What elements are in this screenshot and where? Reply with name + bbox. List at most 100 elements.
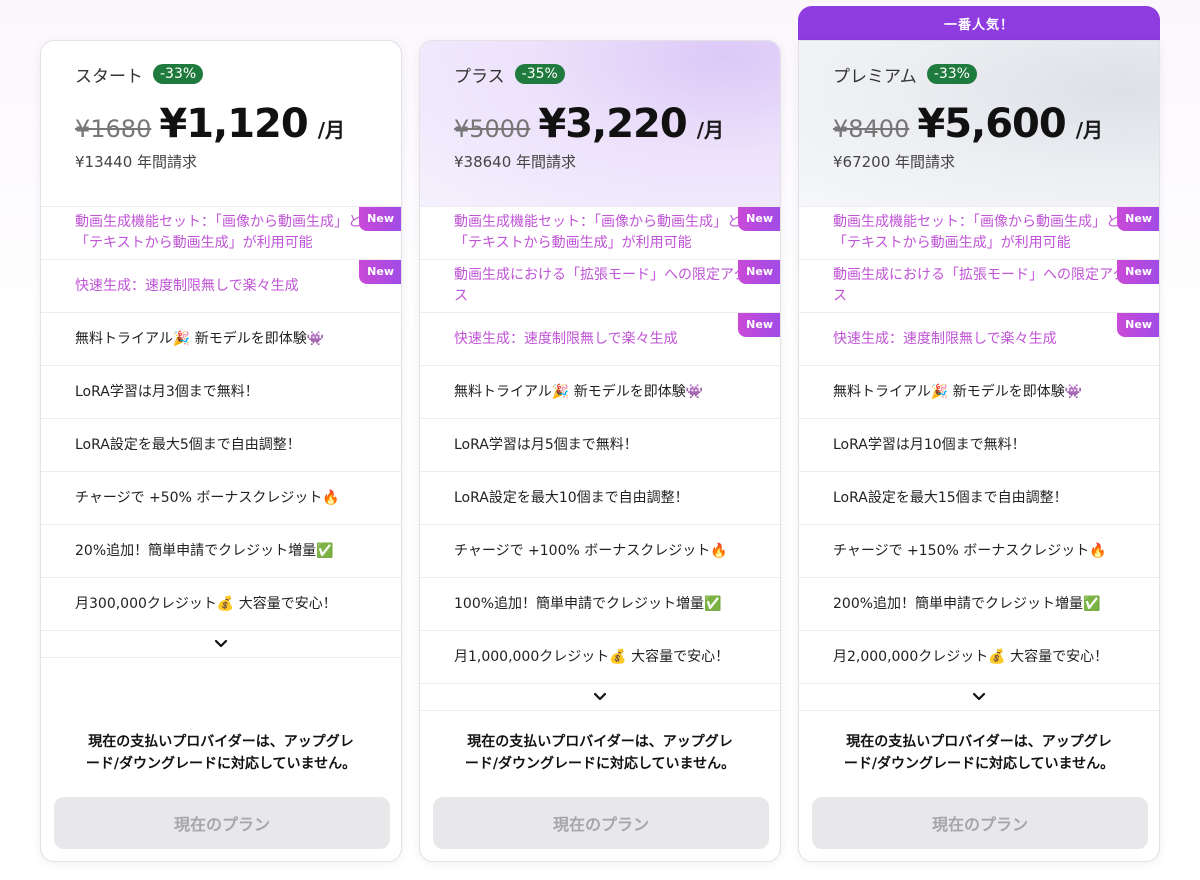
feature-item: LoRA設定を最大15個まで自由調整！ bbox=[799, 472, 1159, 525]
feature-item: チャージで +100% ボーナスクレジット🔥 bbox=[420, 525, 780, 578]
feature-line: チャージで +150% ボーナスクレジット🔥 bbox=[833, 542, 1107, 559]
annual-billing: ¥67200 年間請求 bbox=[833, 153, 956, 171]
feature-text: 月300,000クレジット💰 大容量で安心！ bbox=[75, 594, 337, 615]
feature-item: 無料トライアル🎉 新モデルを即体験👾 bbox=[420, 366, 780, 419]
notice-line: 現在の支払いプロバイダーは、アップグレ bbox=[846, 734, 1112, 750]
feature-line: LoRA設定を最大15個まで自由調整！ bbox=[833, 489, 1068, 506]
feature-text: 動画生成機能セット：「画像から動画生成」と 「テキストから動画生成」が利用可能 bbox=[454, 212, 741, 254]
new-badge: New bbox=[359, 260, 401, 284]
feature-item: LoRA設定を最大10個まで自由調整！ bbox=[420, 472, 780, 525]
feature-line: 無料トライアル🎉 新モデルを即体験👾 bbox=[454, 383, 704, 400]
chevron-down-icon bbox=[972, 692, 986, 701]
new-badge: New bbox=[738, 260, 780, 284]
expand-features-toggle[interactable] bbox=[420, 684, 780, 711]
feature-text: 動画生成機能セット：「画像から動画生成」と 「テキストから動画生成」が利用可能 bbox=[75, 212, 362, 254]
notice-line: ード/ダウングレードに対応していません。 bbox=[85, 756, 357, 772]
feature-text: LoRA学習は月5個まで無料！ bbox=[454, 435, 638, 456]
plan-name: プラス bbox=[454, 66, 505, 87]
plan-header: スタート -33% ¥1680 ¥1,120 /月 ¥13440 年間請求 bbox=[41, 41, 401, 207]
feature-item: 200%追加！簡単申請でクレジット増量✅ bbox=[799, 578, 1159, 631]
feature-item: 動画生成機能セット：「画像から動画生成」と 「テキストから動画生成」が利用可能 Ne… bbox=[41, 207, 401, 260]
feature-line: 動画生成機能セット：「画像から動画生成」と bbox=[833, 214, 1120, 230]
provider-notice: 現在の支払いプロバイダーは、アップグレ ード/ダウングレードに対応していません。 bbox=[420, 731, 780, 775]
feature-text: 月2,000,000クレジット💰 大容量で安心！ bbox=[833, 647, 1108, 668]
feature-item: 快速生成：速度制限無しで楽々生成 New bbox=[799, 313, 1159, 366]
notice-line: ード/ダウングレードに対応していません。 bbox=[464, 756, 736, 772]
current-price: ¥1,120 bbox=[159, 101, 308, 147]
feature-text: 動画生成における「拡張モード」への限定アクセス bbox=[454, 265, 761, 307]
feature-item: チャージで +150% ボーナスクレジット🔥 bbox=[799, 525, 1159, 578]
feature-line: 「テキストから動画生成」が利用可能 bbox=[454, 235, 692, 251]
feature-text: 200%追加！簡単申請でクレジット増量✅ bbox=[833, 594, 1100, 615]
current-price: ¥5,600 bbox=[917, 101, 1066, 147]
feature-line: 動画生成における「拡張モード」への限定アクセ bbox=[833, 267, 1141, 283]
feature-text: チャージで +150% ボーナスクレジット🔥 bbox=[833, 541, 1107, 562]
plan-header: プレミアム -33% ¥8400 ¥5,600 /月 ¥67200 年間請求 bbox=[799, 41, 1159, 207]
feature-item: 無料トライアル🎉 新モデルを即体験👾 bbox=[799, 366, 1159, 419]
expand-features-toggle[interactable] bbox=[41, 631, 401, 658]
notice-line: 現在の支払いプロバイダーは、アップグレ bbox=[467, 734, 733, 750]
feature-line: チャージで +50% ボーナスクレジット🔥 bbox=[75, 489, 340, 506]
plan-card-plus: プラス -35% ¥5000 ¥3,220 /月 ¥38640 年間請求 動画生… bbox=[419, 40, 781, 862]
feature-line: 動画生成機能セット：「画像から動画生成」と bbox=[75, 214, 362, 230]
plan-card-premium: プレミアム -33% ¥8400 ¥5,600 /月 ¥67200 年間請求 動… bbox=[798, 40, 1160, 862]
feature-item: LoRA学習は月3個まで無料！ bbox=[41, 366, 401, 419]
feature-text: LoRA学習は月3個まで無料！ bbox=[75, 382, 259, 403]
feature-text: 無料トライアル🎉 新モデルを即体験👾 bbox=[75, 329, 324, 350]
feature-text: LoRA設定を最大10個まで自由調整！ bbox=[454, 488, 689, 509]
feature-line: LoRA設定を最大10個まで自由調整！ bbox=[454, 489, 689, 506]
feature-line: 20%追加！簡単申請でクレジット増量✅ bbox=[75, 542, 334, 559]
feature-line: 「テキストから動画生成」が利用可能 bbox=[833, 235, 1071, 251]
feature-item: 100%追加！簡単申請でクレジット増量✅ bbox=[420, 578, 780, 631]
feature-item: LoRA設定を最大5個まで自由調整！ bbox=[41, 419, 401, 472]
feature-text: LoRA学習は月10個まで無料！ bbox=[833, 435, 1026, 456]
feature-line: 月300,000クレジット💰 大容量で安心！ bbox=[75, 595, 337, 612]
feature-line: LoRA学習は月3個まで無料！ bbox=[75, 383, 259, 400]
plan-name: スタート bbox=[75, 66, 143, 87]
current-plan-button[interactable]: 現在のプラン bbox=[812, 797, 1148, 849]
plan-header: プラス -35% ¥5000 ¥3,220 /月 ¥38640 年間請求 bbox=[420, 41, 780, 207]
original-price: ¥8400 bbox=[833, 115, 910, 143]
feature-text: 100%追加！簡単申請でクレジット増量✅ bbox=[454, 594, 721, 615]
price-period: /月 bbox=[1075, 118, 1104, 142]
new-badge: New bbox=[1117, 207, 1159, 231]
expand-features-toggle[interactable] bbox=[799, 684, 1159, 711]
feature-item: 無料トライアル🎉 新モデルを即体験👾 bbox=[41, 313, 401, 366]
feature-item: 20%追加！簡単申請でクレジット増量✅ bbox=[41, 525, 401, 578]
popular-banner: 一番人気！ bbox=[798, 6, 1160, 40]
feature-text: LoRA設定を最大15個まで自由調整！ bbox=[833, 488, 1068, 509]
price-period: /月 bbox=[317, 118, 346, 142]
feature-text: チャージで +50% ボーナスクレジット🔥 bbox=[75, 488, 340, 509]
feature-item: 動画生成機能セット：「画像から動画生成」と 「テキストから動画生成」が利用可能 Ne… bbox=[420, 207, 780, 260]
new-badge: New bbox=[738, 207, 780, 231]
feature-line: ス bbox=[454, 288, 468, 304]
new-badge: New bbox=[738, 313, 780, 337]
feature-line: 動画生成機能セット：「画像から動画生成」と bbox=[454, 214, 741, 230]
feature-line: 無料トライアル🎉 新モデルを即体験👾 bbox=[833, 383, 1083, 400]
feature-item: 月2,000,000クレジット💰 大容量で安心！ bbox=[799, 631, 1159, 684]
feature-line: 快速生成：速度制限無しで楽々生成 bbox=[75, 277, 299, 294]
feature-item: 動画生成における「拡張モード」への限定アクセス New bbox=[420, 260, 780, 313]
feature-item: 動画生成機能セット：「画像から動画生成」と 「テキストから動画生成」が利用可能 Ne… bbox=[799, 207, 1159, 260]
feature-text: 無料トライアル🎉 新モデルを即体験👾 bbox=[833, 382, 1082, 403]
feature-line: 無料トライアル🎉 新モデルを即体験👾 bbox=[75, 330, 325, 347]
discount-badge: -35% bbox=[514, 64, 565, 84]
current-plan-button[interactable]: 現在のプラン bbox=[54, 797, 390, 849]
discount-badge: -33% bbox=[153, 64, 204, 84]
feature-line: LoRA設定を最大5個まで自由調整！ bbox=[75, 436, 301, 453]
feature-item: LoRA学習は月5個まで無料！ bbox=[420, 419, 780, 472]
feature-text: チャージで +100% ボーナスクレジット🔥 bbox=[454, 541, 728, 562]
current-plan-button[interactable]: 現在のプラン bbox=[433, 797, 769, 849]
discount-badge: -33% bbox=[926, 64, 977, 84]
original-price: ¥1680 bbox=[75, 115, 152, 143]
new-badge: New bbox=[1117, 313, 1159, 337]
annual-billing: ¥38640 年間請求 bbox=[454, 153, 577, 171]
notice-line: ード/ダウングレードに対応していません。 bbox=[843, 756, 1115, 772]
feature-item: 動画生成における「拡張モード」への限定アクセス New bbox=[799, 260, 1159, 313]
plan-card-start: スタート -33% ¥1680 ¥1,120 /月 ¥13440 年間請求 動画… bbox=[40, 40, 402, 862]
feature-line: 100%追加！簡単申請でクレジット増量✅ bbox=[454, 595, 722, 612]
feature-line: 月2,000,000クレジット💰 大容量で安心！ bbox=[833, 648, 1109, 665]
feature-line: 快速生成：速度制限無しで楽々生成 bbox=[833, 330, 1057, 347]
chevron-down-icon bbox=[593, 692, 607, 701]
feature-item: LoRA学習は月10個まで無料！ bbox=[799, 419, 1159, 472]
